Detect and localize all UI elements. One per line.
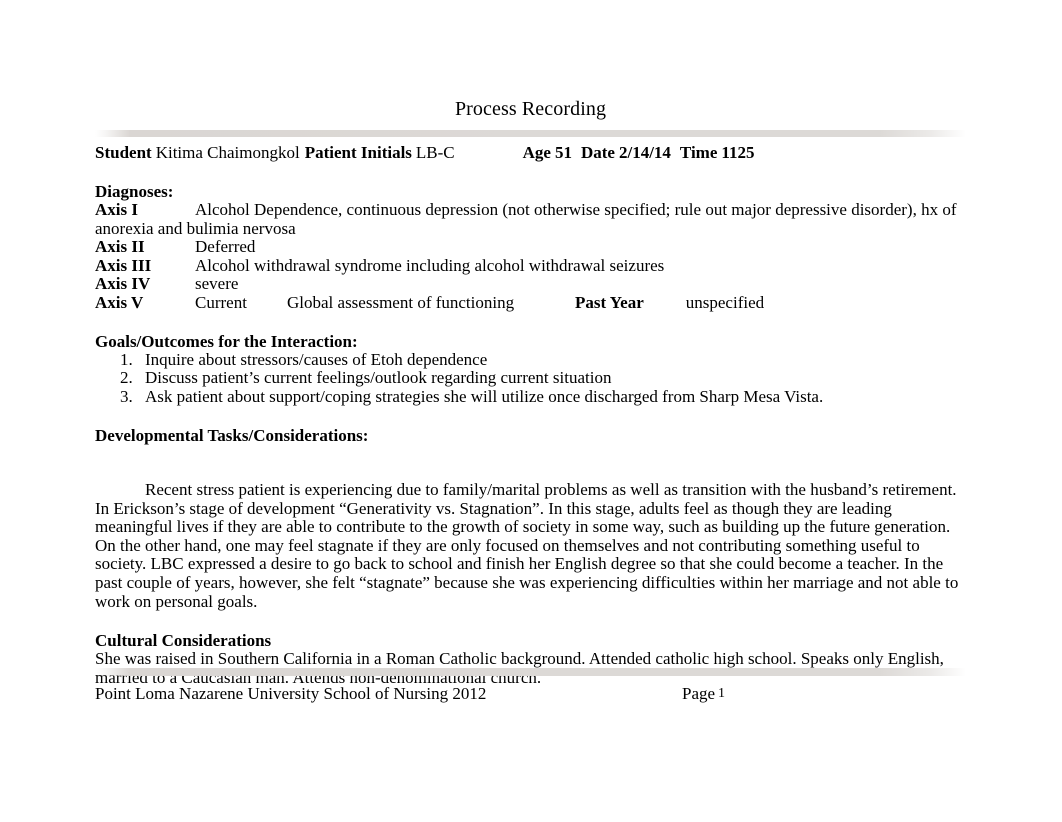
age-label: Age (522, 143, 551, 162)
list-item-text: Ask patient about support/coping strateg… (145, 387, 824, 407)
list-item: 1. Inquire about stressors/causes of Etoh… (95, 349, 966, 370)
developmental-tasks-heading: Developmental Tasks/Considerations: (95, 425, 369, 445)
axis-1-value: Alcohol Dependence, continuous depressio… (95, 200, 957, 238)
axis-5-label: Axis V (95, 292, 144, 312)
goals-heading: Goals/Outcomes for the Interaction: (95, 331, 358, 351)
list-item-number: 2. (120, 368, 133, 388)
diagnosis-row-axis-3: Axis III Alcohol withdrawal syndrome incl… (95, 255, 966, 276)
diagnosis-row-axis-4: Axis IV severe (95, 275, 966, 294)
axis-2-label: Axis II (95, 237, 145, 257)
diagnosis-row-axis-1: Axis I Alcohol Dependence, continuous dep… (95, 200, 966, 238)
date-label: Date (580, 143, 615, 162)
list-item-number: 1. (120, 349, 133, 369)
page-title: Process Recording (454, 98, 607, 120)
footer-rule-bar (95, 668, 966, 676)
developmental-tasks-paragraph: Recent stress patient is experiencing du… (95, 479, 959, 611)
patient-initials-value: LB-C (415, 143, 455, 162)
diagnoses-block: Axis I Alcohol Dependence, continuous dep… (95, 200, 966, 313)
list-item-text: Inquire about stressors/causes of Etoh d… (145, 349, 488, 369)
axis-4-label: Axis IV (95, 274, 151, 294)
list-item: 3. Ask patient about support/coping strat… (95, 387, 966, 407)
diagnosis-row-axis-5: Axis V Current Global assessment of functi… (95, 292, 966, 313)
goals-list: 1. Inquire about stressors/causes of Etoh… (95, 349, 966, 407)
list-item-number: 3. (120, 387, 133, 407)
axis-5-past-year-label: Past Year (575, 292, 644, 312)
document-page: Process Recording Student Kitima Chaimong… (0, 0, 1062, 822)
diagnoses-heading: Diagnoses: (95, 182, 174, 201)
diagnosis-row-axis-2: Axis II Deferred (95, 237, 966, 257)
axis-3-label: Axis III (95, 255, 152, 275)
axis-2-value: Deferred (195, 237, 256, 257)
time-label: Time (679, 143, 718, 162)
axis-3-value: Alcohol withdrawal syndrome including al… (195, 255, 665, 275)
document-body: Process Recording Student Kitima Chaimong… (95, 0, 966, 687)
time-value: 1125 (721, 143, 755, 162)
footer-page-indicator: Page 1 (682, 684, 725, 704)
date-value: 2/14/14 (618, 143, 671, 162)
axis-4-value: severe (195, 274, 239, 294)
list-item-text: Discuss patient’s current feelings/outlo… (145, 368, 612, 388)
footer-page-label: Page (682, 684, 716, 703)
student-label: Student (95, 143, 152, 162)
header-rule-bar (95, 130, 966, 137)
axis-1-label: Axis I (95, 200, 138, 219)
axis-5-gaf-text: Global assessment of functioning (287, 292, 515, 312)
footer-page-number: 1 (718, 686, 726, 701)
axis-5-past-year-value: unspecified (685, 292, 765, 312)
patient-initials-label: Patient Initials (304, 143, 412, 162)
age-value: 51 (554, 143, 572, 162)
list-item: 2. Discuss patient’s current feelings/out… (95, 368, 966, 388)
footer-institution: Point Loma Nazarene University School of… (95, 684, 487, 703)
student-name-value: Kitima Chaimongkol (155, 143, 300, 162)
axis-5-current-label: Current (195, 292, 247, 312)
cultural-considerations-heading: Cultural Considerations (95, 631, 272, 651)
document-footer: Point Loma Nazarene University School of… (95, 668, 966, 706)
identification-line: Student Kitima Chaimongkol Patient Initial… (95, 143, 966, 163)
